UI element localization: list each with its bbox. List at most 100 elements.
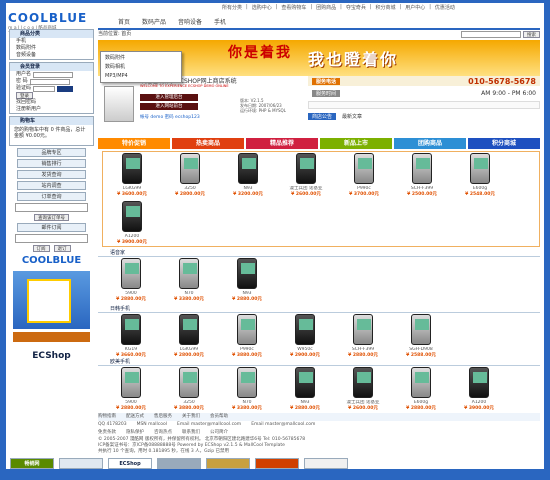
tab-featured[interactable]: 精品推荐: [246, 138, 318, 149]
password-input[interactable]: [29, 78, 70, 85]
footer-link[interactable]: 会员帮助: [210, 413, 228, 421]
product-image[interactable]: [121, 314, 141, 345]
footer-link[interactable]: 售后服务: [154, 413, 172, 421]
ad-brand[interactable]: COOLBLUE: [9, 255, 94, 271]
category-item[interactable]: 音频设备: [10, 52, 93, 59]
footer-nav-link[interactable]: 隐私保护: [126, 429, 144, 437]
top-link[interactable]: 团购商品: [315, 4, 337, 14]
register-link[interactable]: 注册新用户: [10, 106, 93, 113]
product-card[interactable]: SCH-F399 ¥ 2880.00元: [334, 313, 392, 361]
dropdown-item[interactable]: MP3/MP4: [105, 72, 177, 81]
top-link[interactable]: 用户中心: [404, 4, 426, 14]
email-input[interactable]: [15, 234, 88, 243]
product-image[interactable]: [180, 153, 200, 184]
partner-logo[interactable]: [59, 458, 103, 469]
forgot-password-link[interactable]: 找回密码: [10, 99, 93, 106]
tab-points[interactable]: 积分商城: [468, 138, 540, 149]
product-image[interactable]: [238, 153, 258, 184]
captcha-input[interactable]: [33, 85, 56, 92]
product-card[interactable]: KG19 ¥ 3660.00元: [102, 313, 160, 361]
product-image[interactable]: [122, 153, 142, 184]
partner-logo[interactable]: ECShop: [108, 458, 152, 469]
product-card[interactable]: SCH-F399 ¥ 2500.00元: [393, 152, 451, 200]
contact-qq[interactable]: QQ 4178203: [98, 421, 127, 429]
ad-strip[interactable]: [13, 332, 90, 342]
ecshop-ad-logo[interactable]: ECShop: [9, 345, 94, 367]
product-image[interactable]: [411, 314, 431, 345]
product-image[interactable]: [179, 367, 199, 398]
search-button[interactable]: 搜索: [523, 31, 540, 38]
product-card[interactable]: 5900 ¥ 2880.00元: [102, 366, 160, 414]
footer-link[interactable]: 配送方式: [126, 413, 144, 421]
product-card[interactable]: A1200 ¥ 3900.00元: [450, 366, 508, 414]
product-image[interactable]: [296, 153, 316, 184]
product-card[interactable]: A1200 ¥ 3900.00元: [103, 200, 161, 248]
product-card[interactable]: 漫士兵团 诺基亚 ¥ 2600.00元: [334, 366, 392, 414]
top-link[interactable]: 所有分类: [221, 4, 243, 14]
product-image[interactable]: [411, 367, 431, 398]
product-image[interactable]: [412, 153, 432, 184]
order-number-input[interactable]: [15, 203, 88, 212]
product-image[interactable]: [121, 258, 141, 289]
product-card[interactable]: N93 ¥ 3200.00元: [219, 152, 277, 200]
product-image[interactable]: [237, 314, 257, 345]
menu-brands[interactable]: 品牌专区: [17, 148, 86, 157]
product-image[interactable]: [237, 258, 257, 289]
product-image[interactable]: [295, 367, 315, 398]
captcha-image[interactable]: [57, 85, 74, 92]
product-card[interactable]: LGKG99 ¥ 2800.00元: [160, 313, 218, 361]
product-image[interactable]: [353, 367, 373, 398]
product-card[interactable]: 3250 ¥ 2800.00元: [161, 152, 219, 200]
partner-logo[interactable]: [255, 458, 299, 469]
top-link[interactable]: 夺宝奇兵: [345, 4, 367, 14]
product-card[interactable]: N93 ¥ 2880.00元: [218, 257, 276, 305]
product-card[interactable]: LGKG99 ¥ 3600.00元: [103, 152, 161, 200]
menu-top-sales[interactable]: 销售排行: [17, 159, 86, 168]
product-card[interactable]: N93 ¥ 2880.00元: [276, 366, 334, 414]
product-image[interactable]: [353, 314, 373, 345]
tab-articles[interactable]: 最新文章: [342, 113, 362, 120]
menu-shipping-query[interactable]: 发货查询: [17, 170, 86, 179]
category-item[interactable]: 数码附件: [10, 45, 93, 52]
top-link[interactable]: 积分商城: [375, 4, 397, 14]
product-card[interactable]: SGH-D908 ¥ 2588.00元: [392, 313, 450, 361]
product-card[interactable]: 5900 ¥ 2880.00元: [102, 257, 160, 305]
username-input[interactable]: [33, 71, 74, 78]
search-input[interactable]: [461, 31, 521, 38]
product-image[interactable]: [122, 201, 142, 232]
partner-logo[interactable]: [304, 458, 348, 469]
product-card[interactable]: E600g ¥ 2880.00元: [392, 366, 450, 414]
product-card[interactable]: 3250 ¥ 3880.00元: [160, 366, 218, 414]
menu-survey[interactable]: 站内调查: [17, 181, 86, 190]
product-image[interactable]: [354, 153, 374, 184]
top-link[interactable]: 优惠活动: [434, 4, 456, 14]
footer-nav-link[interactable]: 联系我们: [182, 429, 200, 437]
product-card[interactable]: E600g ¥ 2548.00元: [451, 152, 509, 200]
contact-email[interactable]: Email master@mallcool.com: [251, 421, 315, 429]
product-card[interactable]: N70 ¥ 3380.00元: [160, 257, 218, 305]
product-card[interactable]: P990c ¥ 3880.00元: [218, 313, 276, 361]
unsubscribe-button[interactable]: 退订: [53, 245, 71, 252]
tab-hot[interactable]: 热卖商品: [172, 138, 244, 149]
top-link[interactable]: 选购中心: [251, 4, 273, 14]
tab-promotion[interactable]: 特价促销: [98, 138, 170, 149]
partner-logo[interactable]: [206, 458, 250, 469]
menu-order-query[interactable]: 订单查询: [17, 192, 86, 201]
tab-group-buy[interactable]: 团购商品: [394, 138, 466, 149]
footer-link[interactable]: 购物指南: [98, 413, 116, 421]
product-image[interactable]: [295, 314, 315, 345]
admin-button[interactable]: 进入管理后台: [140, 94, 198, 101]
partner-logo[interactable]: 畅销网: [10, 458, 54, 469]
contact-email[interactable]: Email master@mallcool.com: [177, 421, 241, 429]
footer-nav-link[interactable]: 咨询热点: [154, 429, 172, 437]
product-image[interactable]: [237, 367, 257, 398]
footer-nav-link[interactable]: 免责条款: [98, 429, 116, 437]
footer-link[interactable]: 关于我们: [182, 413, 200, 421]
product-image[interactable]: [469, 367, 489, 398]
footer-nav-link[interactable]: 公司简介: [210, 429, 228, 437]
subscribe-button[interactable]: 订阅: [32, 245, 50, 252]
product-card[interactable]: N70 ¥ 3380.00元: [218, 366, 276, 414]
front-button[interactable]: 进入网站前台: [140, 103, 198, 110]
tab-notice[interactable]: 商店公告: [308, 113, 337, 120]
login-button[interactable]: 登录: [16, 92, 33, 99]
